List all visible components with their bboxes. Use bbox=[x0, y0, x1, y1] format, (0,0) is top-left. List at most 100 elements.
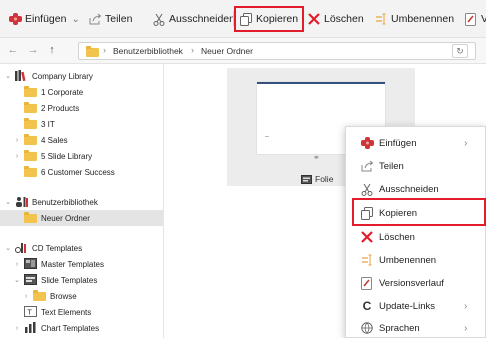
chevron-right-icon[interactable]: › bbox=[13, 324, 21, 332]
cut-button[interactable]: Ausschneiden bbox=[152, 9, 235, 29]
tile-caption: Folie bbox=[301, 174, 333, 184]
version-history-icon bbox=[464, 12, 478, 26]
sidebar-item-label: 2 Products bbox=[41, 103, 80, 113]
delete-button[interactable]: Löschen bbox=[307, 9, 364, 29]
folder-icon bbox=[24, 212, 37, 223]
svg-text:T: T bbox=[27, 309, 33, 317]
sidebar-item-company-library[interactable]: ⌄ Company Library bbox=[0, 68, 163, 84]
sidebar-item-label: 3 IT bbox=[41, 119, 55, 129]
breadcrumb-item-benutzerbibliothek[interactable]: Benutzerbibliothek bbox=[113, 46, 183, 56]
menu-item-languages[interactable]: Sprachen › bbox=[346, 317, 486, 338]
folder-icon bbox=[24, 150, 37, 161]
sidebar-item-3-it[interactable]: 3 IT bbox=[0, 116, 163, 132]
folder-icon bbox=[24, 134, 37, 145]
chevron-right-icon[interactable]: › bbox=[22, 292, 30, 300]
version-history-label: Ve bbox=[481, 13, 486, 25]
tile-caption-label: Folie bbox=[315, 174, 334, 184]
chevron-down-icon[interactable]: ⌄ bbox=[4, 244, 12, 252]
chevron-right-icon: › bbox=[464, 322, 468, 334]
sidebar-item-4-sales[interactable]: › 4 Sales bbox=[0, 132, 163, 148]
rename-button[interactable]: Umbenennen bbox=[374, 9, 454, 29]
context-menu: Einfügen › Teilen Ausschneiden Kopieren … bbox=[345, 126, 486, 338]
share-icon bbox=[88, 12, 102, 26]
copy-highlight-box bbox=[234, 6, 304, 32]
folder-icon bbox=[24, 86, 37, 97]
sidebar-item-label: Browse bbox=[50, 291, 77, 301]
languages-icon bbox=[360, 321, 374, 335]
menu-item-label: Teilen bbox=[379, 160, 404, 172]
menu-item-rename[interactable]: Umbenennen bbox=[346, 249, 486, 271]
folder-icon bbox=[24, 118, 37, 129]
menu-item-label: Löschen bbox=[379, 231, 415, 243]
link-icon: ⚭ bbox=[313, 153, 320, 162]
chevron-down-icon[interactable]: ⌄ bbox=[71, 14, 79, 25]
share-label: Teilen bbox=[105, 13, 133, 25]
cut-icon bbox=[152, 12, 166, 26]
paste-button[interactable]: Einfügen ⌄ bbox=[8, 9, 80, 29]
user-library-icon bbox=[15, 196, 28, 207]
paste-icon bbox=[8, 12, 22, 26]
sidebar-item-label: Benutzerbibliothek bbox=[32, 197, 98, 207]
chart-icon bbox=[24, 322, 37, 333]
sidebar-item-text-elements[interactable]: T Text Elements bbox=[0, 304, 163, 320]
sidebar-item-chart-templates[interactable]: › Chart Templates bbox=[0, 320, 163, 336]
address-bar: ← → ↑ › Benutzerbibliothek › Neuer Ordne… bbox=[0, 38, 486, 64]
chevron-right-icon: › bbox=[464, 300, 468, 312]
sidebar-item-6-customer-success[interactable]: 6 Customer Success bbox=[0, 164, 163, 180]
sidebar-item-browse[interactable]: › Browse bbox=[0, 288, 163, 304]
up-arrow-icon[interactable]: ↑ bbox=[45, 43, 59, 57]
rename-icon bbox=[374, 12, 388, 26]
sidebar-item-label: Chart Templates bbox=[41, 323, 100, 333]
share-button[interactable]: Teilen bbox=[88, 9, 132, 29]
sidebar-item-cd-templates[interactable]: ⌄ CD Templates bbox=[0, 240, 163, 256]
menu-item-label: Umbenennen bbox=[379, 254, 437, 266]
menu-item-cut[interactable]: Ausschneiden bbox=[346, 178, 486, 200]
master-template-icon bbox=[24, 258, 37, 269]
back-arrow-icon[interactable]: ← bbox=[6, 43, 20, 57]
chevron-down-icon[interactable]: ⌄ bbox=[4, 72, 12, 80]
menu-item-label: Sprachen bbox=[379, 322, 420, 334]
sidebar-item-label: 5 Slide Library bbox=[41, 151, 93, 161]
menu-item-paste[interactable]: Einfügen › bbox=[346, 132, 486, 154]
chevron-down-icon[interactable]: ⌄ bbox=[4, 198, 12, 206]
breadcrumb-item-neuer-ordner[interactable]: Neuer Ordner bbox=[201, 46, 253, 56]
delete-icon bbox=[307, 12, 321, 26]
sidebar-item-neuer-ordner[interactable]: Neuer Ordner bbox=[0, 210, 163, 226]
paste-icon bbox=[360, 136, 374, 150]
delete-icon bbox=[360, 230, 374, 244]
chevron-down-icon[interactable]: ⌄ bbox=[13, 276, 21, 284]
text-element-icon: T bbox=[24, 306, 37, 317]
sidebar-item-benutzerbibliothek[interactable]: ⌄ Benutzerbibliothek bbox=[0, 194, 163, 210]
menu-item-delete[interactable]: Löschen bbox=[346, 226, 486, 248]
refresh-icon[interactable]: ↻ bbox=[452, 44, 468, 58]
sidebar-item-label: 1 Corporate bbox=[41, 87, 84, 97]
menu-item-share[interactable]: Teilen bbox=[346, 155, 486, 177]
sidebar-item-2-products[interactable]: 2 Products bbox=[0, 100, 163, 116]
sidebar-item-master-templates[interactable]: › Master Templates bbox=[0, 256, 163, 272]
sidebar-item-1-corporate[interactable]: 1 Corporate bbox=[0, 84, 163, 100]
rename-label: Umbenennen bbox=[391, 13, 455, 25]
toolbar: Einfügen ⌄ Teilen Ausschneiden Kopieren … bbox=[0, 0, 486, 38]
menu-item-label: Ausschneiden bbox=[379, 183, 439, 195]
sidebar-item-label: CD Templates bbox=[32, 243, 83, 253]
chevron-right-icon[interactable]: › bbox=[13, 152, 21, 160]
menu-item-label: Einfügen bbox=[379, 137, 417, 149]
chevron-right-icon[interactable]: › bbox=[13, 260, 21, 268]
breadcrumb[interactable]: › Benutzerbibliothek › Neuer Ordner ↻ bbox=[78, 42, 476, 60]
chevron-right-icon[interactable]: › bbox=[13, 136, 21, 144]
update-links-icon: C bbox=[362, 299, 372, 313]
templates-icon bbox=[15, 242, 28, 253]
sidebar-item-slide-templates[interactable]: ⌄ Slide Templates bbox=[0, 272, 163, 288]
menu-item-version-history[interactable]: Versionsverlauf bbox=[346, 272, 486, 294]
library-icon bbox=[15, 70, 28, 82]
rename-icon bbox=[360, 253, 374, 267]
breadcrumb-separator-icon: › bbox=[191, 45, 194, 55]
menu-item-update-links[interactable]: C Update-Links › bbox=[346, 295, 486, 317]
sidebar-tree: ⌄ Company Library 1 Corporate 2 Products… bbox=[0, 64, 164, 338]
version-history-button[interactable]: Ve bbox=[464, 9, 486, 29]
sidebar-item-label: Company Library bbox=[32, 71, 93, 81]
slide-template-icon bbox=[24, 274, 37, 285]
menu-item-label: Versionsverlauf bbox=[379, 277, 444, 289]
sidebar-item-5-slide-library[interactable]: › 5 Slide Library bbox=[0, 148, 163, 164]
forward-arrow-icon[interactable]: → bbox=[26, 43, 40, 57]
